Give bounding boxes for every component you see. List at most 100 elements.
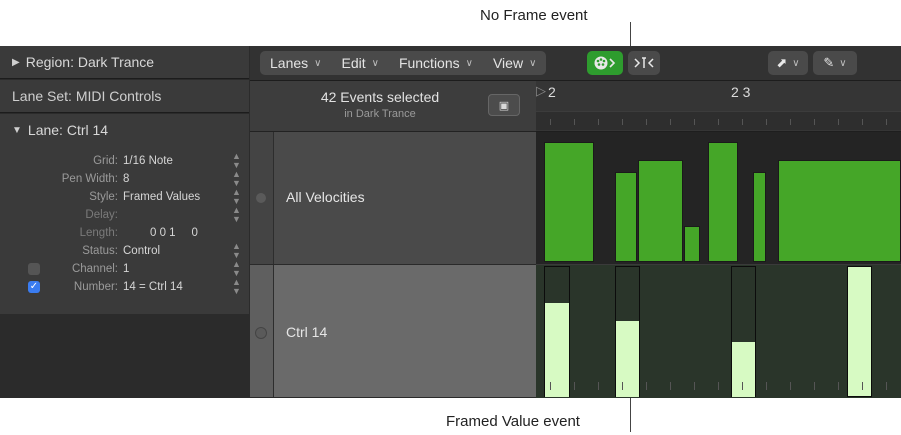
stepper-icon[interactable]: ▲ ▼ — [232, 260, 241, 278]
grid-tick — [646, 382, 647, 390]
events-selected-sublabel: in Dark Trance — [344, 108, 416, 120]
region-inspector: ▶ Region: Dark Trance Lane Set: MIDI Con… — [0, 46, 251, 398]
ruler-tick — [742, 119, 743, 125]
lane-record-dot[interactable] — [255, 192, 267, 204]
playhead-marker-icon[interactable]: ▷ — [536, 83, 546, 99]
editor-toolbar: Lanes ∨ Edit ∨ Functions ∨ View ∨ ⬈ ∨ ✎ ∨ — [250, 46, 901, 81]
selection-info: 42 Events selected in Dark Trance ▣ — [250, 81, 536, 132]
param-length[interactable]: Length: 0 0 1 0 — [0, 224, 249, 242]
framed-value-fill — [545, 303, 569, 397]
ruler-beat-2-3: 2 3 — [731, 84, 751, 100]
param-channel[interactable]: Channel: 1 ▲ ▼ — [0, 260, 249, 278]
lane-record-dot[interactable] — [255, 327, 267, 339]
control-value-event[interactable] — [847, 266, 872, 397]
callout-framed-value-event: Framed Value event — [446, 413, 580, 430]
menu-functions[interactable]: Functions ∨ — [389, 51, 483, 75]
grid-tick — [670, 382, 671, 390]
velocity-event[interactable] — [684, 226, 700, 262]
ruler-tick — [646, 119, 647, 125]
param-style[interactable]: Style: Framed Values ▲ ▼ — [0, 188, 249, 206]
events-selected-label: 42 Events selected — [320, 89, 440, 105]
framed-value-fill — [616, 321, 639, 397]
collapse-icon: ▣ — [498, 99, 510, 112]
catch-icon — [634, 57, 654, 68]
param-key: Pen Width: — [61, 173, 118, 185]
stepper-icon[interactable]: ▲ ▼ — [232, 278, 241, 296]
grid-tick — [814, 382, 815, 390]
lane-header[interactable]: ▼ Lane: Ctrl 14 — [0, 114, 249, 147]
param-value: 1 — [123, 263, 130, 275]
collapse-button[interactable]: ▣ — [488, 94, 520, 116]
chevron-down-icon: ∨ — [314, 57, 322, 69]
ruler-tick — [718, 119, 719, 125]
stepper-icon[interactable]: ▲ ▼ — [232, 188, 241, 206]
param-key: Channel: — [71, 263, 118, 275]
param-value: Control — [123, 245, 161, 257]
timeline-ruler[interactable]: ▷ 2 2 3 — [536, 81, 901, 132]
velocity-event[interactable] — [708, 142, 738, 262]
framed-value-fill — [732, 342, 755, 397]
menu-edit[interactable]: Edit ∨ — [331, 51, 388, 75]
grid-tick — [790, 382, 791, 390]
disclosure-right-icon[interactable]: ▶ — [12, 57, 20, 68]
param-value: 1/16 Note — [123, 155, 173, 167]
menu-label: View — [492, 55, 524, 71]
param-key: Style: — [89, 191, 118, 203]
menu-lanes[interactable]: Lanes ∨ — [260, 51, 331, 75]
menu-bar: Lanes ∨ Edit ∨ Functions ∨ View ∨ — [260, 51, 547, 75]
velocity-event[interactable] — [615, 172, 637, 262]
ruler-tick — [790, 119, 791, 125]
menu-label: Functions — [398, 55, 460, 71]
grid-tick — [766, 382, 767, 390]
lane-set-row[interactable]: Lane Set: MIDI Controls — [0, 80, 249, 113]
ruler-tick — [598, 119, 599, 125]
velocity-event[interactable] — [544, 142, 594, 262]
grid-tick — [694, 382, 695, 390]
grid-tick — [862, 382, 863, 390]
grid-tick — [838, 382, 839, 390]
param-status[interactable]: Status: Control ▲ ▼ — [0, 242, 249, 260]
param-key: Number: — [73, 281, 118, 293]
catch-button[interactable] — [628, 51, 660, 75]
velocity-event[interactable] — [778, 160, 901, 262]
grid-tick — [598, 382, 599, 390]
midi-in-icon — [594, 56, 616, 70]
param-key: Grid: — [93, 155, 118, 167]
param-value: 14 = Ctrl 14 — [123, 281, 183, 293]
velocity-event[interactable] — [638, 160, 683, 262]
event-area[interactable] — [536, 132, 901, 398]
region-label: Region: Dark Trance — [25, 54, 155, 70]
param-grid[interactable]: Grid: 1/16 Note ▲ ▼ — [0, 152, 249, 170]
stepper-icon[interactable]: ▲ ▼ — [232, 152, 241, 170]
grid-tick — [574, 382, 575, 390]
menu-view[interactable]: View ∨ — [483, 51, 546, 75]
param-delay[interactable]: Delay: ▲ ▼ — [0, 206, 249, 224]
param-pen-width[interactable]: Pen Width: 8 ▲ ▼ — [0, 170, 249, 188]
lane-header-all-velocities[interactable]: All Velocities — [250, 132, 536, 265]
grid-tick — [886, 382, 887, 390]
chevron-down-icon: ∨ — [529, 57, 537, 69]
lane-name: All Velocities — [286, 189, 365, 205]
lane-header-ctrl14[interactable]: Ctrl 14 — [250, 265, 536, 398]
ruler-tick — [838, 119, 839, 125]
number-checkbox-checked[interactable]: ✓ — [28, 281, 40, 293]
channel-checkbox[interactable] — [28, 263, 40, 275]
menu-label: Edit — [341, 55, 366, 71]
ruler-bar-2: 2 — [548, 84, 556, 100]
stepper-icon[interactable]: ▲ ▼ — [232, 242, 241, 260]
ruler-tick — [862, 119, 863, 125]
grid-tick — [550, 382, 551, 390]
ruler-tick — [694, 119, 695, 125]
ruler-tick — [814, 119, 815, 125]
stepper-icon[interactable]: ▲ ▼ — [232, 206, 241, 224]
disclosure-down-icon[interactable]: ▼ — [12, 125, 22, 136]
grid-tick — [742, 382, 743, 390]
region-header[interactable]: ▶ Region: Dark Trance — [0, 46, 249, 79]
pointer-tool-menu[interactable]: ⬈ ∨ — [768, 51, 808, 75]
pencil-tool-icon: ✎ — [823, 55, 835, 70]
stepper-icon[interactable]: ▲ ▼ — [232, 170, 241, 188]
velocity-event[interactable] — [753, 172, 766, 262]
pencil-tool-menu[interactable]: ✎ ∨ — [813, 51, 857, 75]
midi-in-button[interactable] — [587, 51, 623, 75]
param-number[interactable]: ✓ Number: 14 = Ctrl 14 ▲ ▼ — [0, 278, 249, 296]
